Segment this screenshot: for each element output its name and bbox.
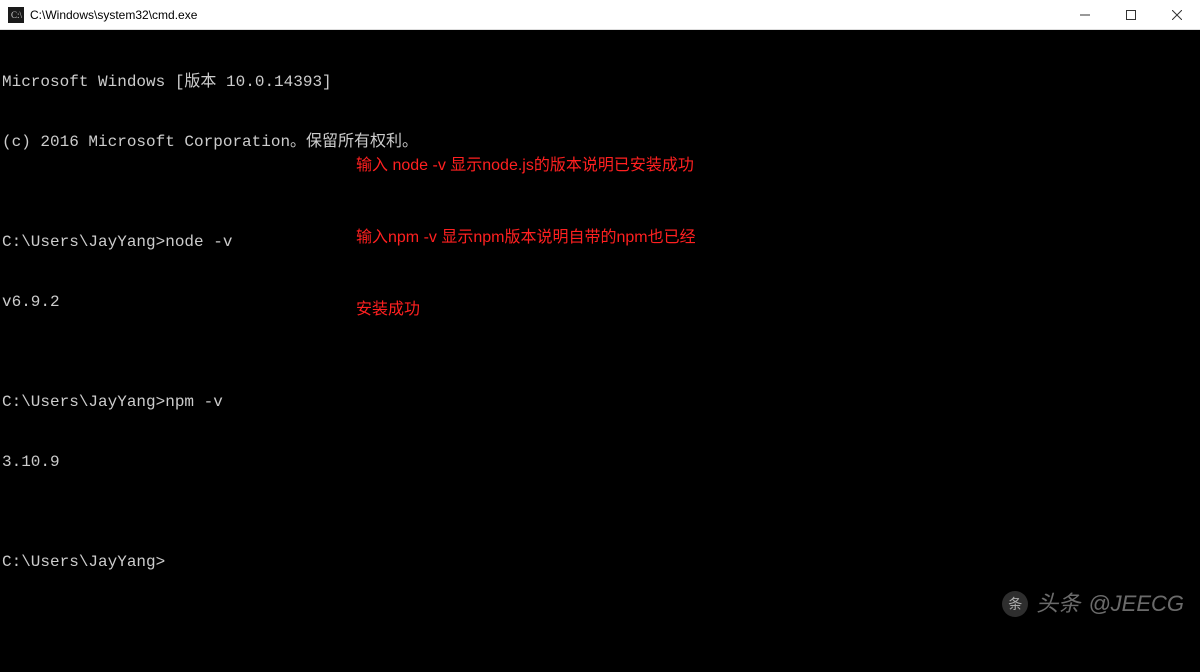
watermark-prefix: 头条 (1036, 594, 1080, 614)
annotation-line: 输入 node -v 显示node.js的版本说明已安装成功 (356, 154, 696, 178)
watermark-handle: @JEECG (1088, 594, 1184, 614)
watermark: 条 头条 @JEECG (1002, 591, 1184, 617)
annotation-line: 安装成功 (356, 298, 696, 322)
terminal-line: Microsoft Windows [版本 10.0.14393] (2, 72, 1198, 92)
annotation-line: 输入npm -v 显示npm版本说明自带的npm也已经 (356, 226, 696, 250)
terminal-line: C:\Users\JayYang> (2, 552, 1198, 572)
maximize-button[interactable] (1108, 0, 1154, 29)
window-title: C:\Windows\system32\cmd.exe (30, 8, 1062, 22)
terminal-line: 3.10.9 (2, 452, 1198, 472)
close-button[interactable] (1154, 0, 1200, 29)
window-titlebar: C:\ C:\Windows\system32\cmd.exe (0, 0, 1200, 30)
terminal-line: C:\Users\JayYang>npm -v (2, 392, 1198, 412)
terminal-area[interactable]: Microsoft Windows [版本 10.0.14393] (c) 20… (0, 30, 1200, 627)
annotation-overlay: 输入 node -v 显示node.js的版本说明已安装成功 输入npm -v … (356, 106, 696, 370)
watermark-icon: 条 (1002, 591, 1028, 617)
svg-text:C:\: C:\ (11, 10, 23, 20)
cmd-icon: C:\ (8, 7, 24, 23)
minimize-button[interactable] (1062, 0, 1108, 29)
window-controls (1062, 0, 1200, 29)
